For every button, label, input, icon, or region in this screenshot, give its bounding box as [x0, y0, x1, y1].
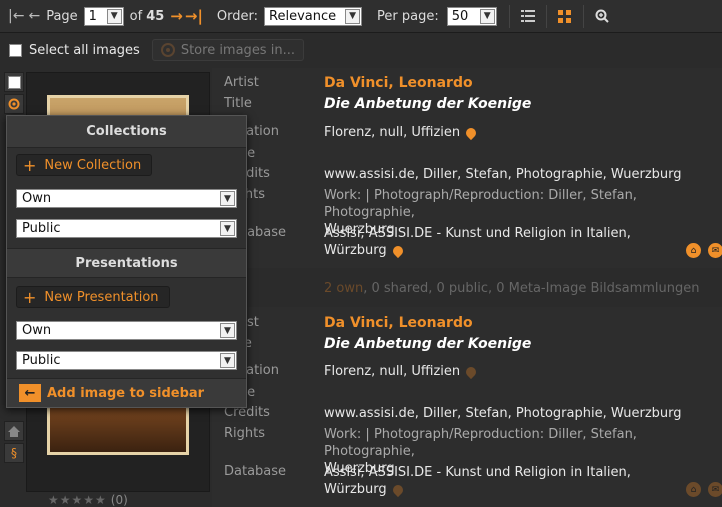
item-checkbox[interactable] — [4, 72, 24, 92]
chevron-down-icon: ▼ — [479, 8, 495, 24]
toolbar-divider — [582, 4, 584, 28]
artist-link[interactable]: Da Vinci, Leonardo — [324, 315, 722, 332]
map-pin-icon[interactable] — [464, 364, 479, 379]
toolbar: |← ← Page 1 ▼ of 45 → →| Order: Relevanc… — [0, 0, 722, 33]
toolbar-divider — [508, 4, 510, 28]
rights-label: Rights — [224, 426, 266, 441]
rating-stars[interactable]: ★★★★★ (0) — [48, 493, 128, 507]
chevron-down-icon: ▼ — [220, 353, 235, 368]
presentations-title: Presentations — [7, 248, 246, 278]
artist-link[interactable]: Da Vinci, Leonardo — [324, 75, 722, 92]
new-collection-button[interactable]: + New Collection — [16, 154, 153, 176]
credits-value: www.assisi.de, Diller, Stefan, Photograp… — [324, 167, 682, 182]
database-value: Assisi, ASSISI.DE - Kunst und Religion i… — [324, 465, 631, 497]
share-status-text: , 0 shared, 0 public, 0 Meta-Image Bilds… — [363, 280, 700, 296]
zoom-icon[interactable] — [594, 8, 610, 24]
chevron-down-icon: ▼ — [220, 191, 235, 206]
database-value: Assisi, ASSISI.DE - Kunst und Religion i… — [324, 226, 631, 258]
order-select[interactable]: Relevance ▼ — [264, 6, 363, 26]
add-to-sidebar-button[interactable]: ← Add image to sidebar — [7, 378, 246, 407]
arrow-left-icon: ← — [19, 384, 41, 402]
grid-view-icon[interactable] — [557, 8, 573, 24]
home-icon[interactable] — [4, 421, 24, 441]
collections-title: Collections — [7, 116, 246, 148]
per-page-select[interactable]: 50 ▼ — [446, 6, 497, 26]
page-label: Page — [46, 8, 78, 24]
new-presentation-button[interactable]: + New Presentation — [16, 286, 170, 308]
per-page-label: Per page: — [377, 8, 439, 24]
artist-label: Artist — [224, 75, 259, 90]
collections-own-select[interactable]: Own ▼ — [16, 189, 237, 208]
map-pin-icon[interactable] — [464, 125, 479, 140]
collections-popup: Collections + New Collection Own ▼ Publi… — [6, 115, 247, 408]
toolbar-divider — [545, 4, 547, 28]
total-pages: 45 — [146, 8, 165, 24]
home-icon[interactable]: ⌂ — [686, 482, 701, 497]
store-icon — [160, 43, 175, 57]
title-label: Title — [224, 96, 252, 111]
of-text: of — [129, 8, 143, 24]
map-pin-icon[interactable] — [390, 482, 405, 497]
chevron-down-icon: ▼ — [106, 8, 122, 24]
presentations-own-select[interactable]: Own ▼ — [16, 321, 237, 340]
share-own-link[interactable]: 2 own — [324, 281, 363, 296]
next-page-icon[interactable]: → — [170, 7, 183, 25]
prev-page-icon[interactable]: ← — [28, 8, 40, 24]
rating-count: (0) — [110, 493, 128, 507]
select-all-label: Select all images — [29, 42, 140, 58]
store-images-button[interactable]: Store images in... — [151, 39, 304, 61]
title-value: Die Anbetung der Koenige — [324, 336, 532, 352]
credits-value: www.assisi.de, Diller, Stefan, Photograp… — [324, 406, 682, 421]
copyright-icon[interactable]: § — [4, 443, 24, 463]
chevron-down-icon: ▼ — [220, 221, 235, 236]
location-value: Florenz, null, Uffizien — [324, 363, 722, 380]
record-details: Artist Da Vinci, Leonardo Title Die Anbe… — [212, 68, 722, 268]
item-actions-column — [4, 72, 24, 116]
collections-public-select[interactable]: Public ▼ — [16, 219, 237, 238]
map-pin-icon[interactable] — [390, 243, 405, 258]
last-page-icon[interactable]: →| — [185, 7, 203, 25]
database-label: Database — [224, 464, 287, 479]
collections-menu-icon[interactable] — [4, 94, 24, 114]
title-value: Die Anbetung der Koenige — [324, 96, 532, 112]
mail-icon[interactable]: ✉ — [708, 482, 722, 497]
order-label: Order: — [216, 8, 259, 24]
page-select[interactable]: 1 ▼ — [83, 6, 124, 26]
location-value: Florenz, null, Uffizien — [324, 124, 722, 141]
presentations-public-select[interactable]: Public ▼ — [16, 351, 237, 370]
first-page-icon[interactable]: |← — [8, 8, 24, 24]
chevron-down-icon: ▼ — [220, 323, 235, 338]
select-all-checkbox[interactable] — [9, 43, 22, 57]
home-icon[interactable]: ⌂ — [686, 243, 701, 258]
record-details: Artist Da Vinci, Leonardo Title Die Anbe… — [212, 307, 722, 507]
share-status-bar: 2 own, 0 shared, 0 public, 0 Meta-Image … — [212, 272, 722, 304]
plus-icon: + — [23, 287, 37, 307]
chevron-down-icon: ▼ — [345, 8, 361, 24]
list-view-icon[interactable] — [520, 8, 536, 24]
selection-row: Select all images Store images in... — [0, 34, 722, 66]
mail-icon[interactable]: ✉ — [708, 243, 722, 258]
plus-icon: + — [23, 155, 37, 175]
